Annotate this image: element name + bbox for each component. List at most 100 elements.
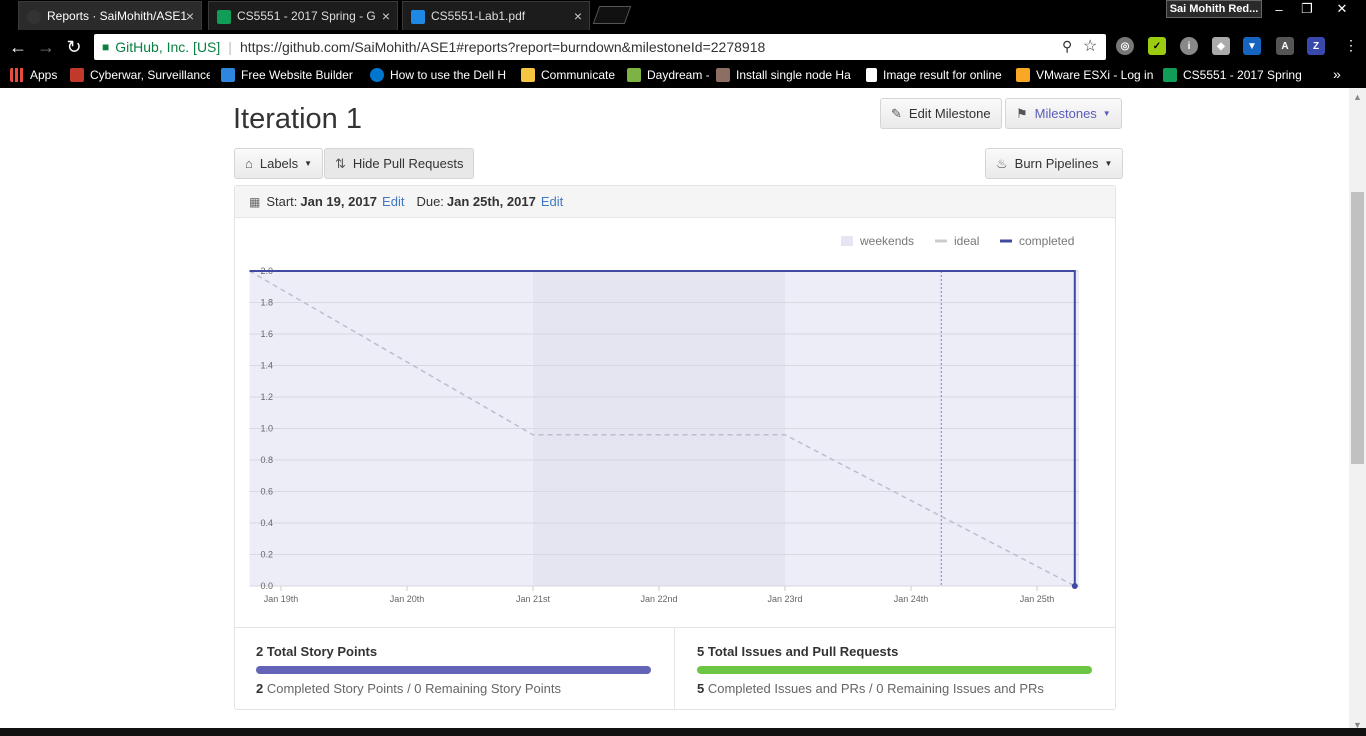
milestone-icon: ⚑ (1016, 105, 1028, 121)
zoom-icon[interactable]: ⚲ (1062, 38, 1072, 55)
y-tick-label: 1.2 (260, 392, 273, 402)
x-tick-label: Jan 20th (390, 594, 425, 604)
x-tick-label: Jan 25th (1020, 594, 1055, 604)
edit-milestone-button[interactable]: ✎ Edit Milestone (880, 98, 1002, 129)
extension-pdf-icon[interactable]: A (1276, 37, 1294, 55)
close-tab-icon[interactable]: × (574, 8, 582, 24)
tab-reports[interactable]: Reports · SaiMohith/ASE1 × (18, 1, 202, 30)
dropbox-icon (411, 10, 425, 24)
labels-dropdown[interactable]: ⌂ Labels ▼ (234, 148, 324, 179)
taskbar-edge (0, 728, 1366, 736)
x-tick-label: Jan 21st (516, 594, 551, 604)
sheets-icon (1163, 68, 1177, 82)
extension-compass-icon[interactable]: ◎ (1116, 37, 1134, 55)
hide-pull-requests-button[interactable]: ⇅ Hide Pull Requests (324, 148, 475, 179)
scroll-thumb[interactable] (1351, 192, 1364, 464)
edit-due-link[interactable]: Edit (541, 194, 563, 209)
y-tick-label: 0.6 (260, 487, 273, 497)
bookmark-cs5551[interactable]: CS5551 - 2017 Spring (1163, 68, 1303, 82)
bookmark-cyberwar[interactable]: Cyberwar, Surveillance (70, 68, 210, 82)
profile-button[interactable]: Sai Mohith Red... (1166, 0, 1262, 18)
due-date: Jan 25th, 2017 (446, 194, 536, 209)
completed-point (1071, 583, 1078, 589)
caret-down-icon: ▼ (1104, 159, 1113, 168)
extension-zenhub-icon[interactable]: Z (1307, 37, 1325, 55)
legend-label: ideal (954, 234, 979, 248)
page-title: Iteration 1 (233, 103, 362, 135)
bookmark-daydream[interactable]: Daydream - (627, 68, 709, 82)
avatar-icon (716, 68, 730, 82)
x-tick-label: Jan 24th (894, 594, 929, 604)
bookmark-image-result[interactable]: Image result for online (866, 68, 1002, 82)
stats-section: 2 Total Story Points 2 Completed Story P… (234, 627, 1116, 710)
extension-check-icon[interactable]: ✓ (1148, 37, 1166, 55)
caret-down-icon: ▼ (304, 159, 313, 168)
dell-icon (370, 68, 384, 82)
legend-label: completed (1019, 234, 1074, 248)
apps-grid-icon (10, 68, 24, 82)
extension-info-icon[interactable]: i (1180, 37, 1198, 55)
close-window-icon[interactable]: ✕ (1324, 0, 1360, 18)
close-tab-icon[interactable]: × (382, 8, 390, 24)
minimize-icon[interactable]: – (1264, 0, 1294, 18)
story-points-progress-bar (256, 666, 651, 674)
y-tick-label: 0.4 (260, 518, 273, 528)
edit-start-link[interactable]: Edit (382, 194, 404, 209)
close-tab-icon[interactable]: × (186, 8, 194, 24)
bookmark-vmware[interactable]: VMware ESXi - Log in (1016, 68, 1153, 82)
menu-icon[interactable]: ⋮ (1344, 37, 1358, 54)
github-icon (27, 10, 41, 24)
y-tick-label: 1.6 (260, 329, 273, 339)
y-tick-label: 0.0 (260, 581, 273, 591)
y-tick-label: 0.2 (260, 550, 273, 560)
y-tick-label: 1.0 (260, 424, 273, 434)
burndown-chart: 0.00.20.40.60.81.01.21.41.61.82.0Jan 19t… (249, 234, 1079, 604)
x-tick-label: Jan 19th (264, 594, 299, 604)
milestones-dropdown[interactable]: ⚑ Milestones ▼ (1005, 98, 1122, 129)
sheets-icon (217, 10, 231, 24)
bookmark-hadoop[interactable]: Install single node Ha (716, 68, 854, 82)
extension-shield-icon[interactable]: ▼ (1243, 37, 1261, 55)
wix-icon (221, 68, 235, 82)
issues-stat: 5 Total Issues and Pull Requests 5 Compl… (675, 628, 1116, 710)
reload-icon[interactable]: ↻ (62, 35, 86, 59)
back-icon[interactable]: ← (6, 35, 30, 59)
caret-down-icon: ▼ (1102, 109, 1111, 118)
forward-icon[interactable]: → (34, 35, 58, 59)
y-tick-label: 1.4 (260, 361, 273, 371)
story-points-stat: 2 Total Story Points 2 Completed Story P… (234, 628, 675, 710)
tab-title: CS5551-Lab1.pdf (431, 9, 526, 23)
page-scrollbar[interactable]: ▲ ▼ (1349, 88, 1366, 734)
url-text: https://github.com/SaiMohith/ASE1#report… (239, 39, 766, 55)
flame-icon: ♨ (996, 155, 1008, 171)
bookmark-apps[interactable]: Apps (10, 68, 57, 82)
scroll-up-icon[interactable]: ▲ (1353, 92, 1362, 102)
vmware-icon (1016, 68, 1030, 82)
x-tick-label: Jan 23rd (767, 594, 802, 604)
site-identity: GitHub, Inc. [US] (115, 39, 221, 55)
tab-title: Reports · SaiMohith/ASE1 (47, 9, 188, 23)
folder-icon (521, 68, 535, 82)
tab-sheets[interactable]: CS5551 - 2017 Spring - G × (208, 1, 398, 30)
android-icon (627, 68, 641, 82)
tab-strip: Reports · SaiMohith/ASE1 × CS5551 - 2017… (0, 0, 1366, 30)
address-bar[interactable]: ■ GitHub, Inc. [US] | https://github.com… (94, 34, 1106, 60)
tab-pdf[interactable]: CS5551-Lab1.pdf × (402, 1, 590, 30)
tag-icon: ⌂ (245, 156, 253, 171)
bookmark-communicate[interactable]: Communicate (521, 68, 615, 82)
bookmark-dell[interactable]: How to use the Dell H (370, 68, 508, 82)
more-bookmarks-icon[interactable]: » (1333, 66, 1341, 82)
tab-title: CS5551 - 2017 Spring - G (237, 9, 376, 23)
restore-icon[interactable]: ❐ (1292, 0, 1322, 18)
edx-icon (70, 68, 84, 82)
lock-icon: ■ (102, 40, 110, 54)
legend-swatch-weekends (841, 236, 853, 246)
extension-puzzle-icon[interactable]: ◆ (1212, 37, 1230, 55)
bookmark-website-builder[interactable]: Free Website Builder | (221, 68, 356, 82)
burn-pipelines-dropdown[interactable]: ♨ Burn Pipelines ▼ (985, 148, 1124, 179)
issues-progress-bar (697, 666, 1092, 674)
start-date: Jan 19, 2017 (300, 194, 378, 209)
pencil-icon: ✎ (891, 105, 902, 121)
bookmark-star-icon[interactable]: ☆ (1083, 36, 1097, 56)
new-tab-button[interactable] (592, 6, 632, 24)
